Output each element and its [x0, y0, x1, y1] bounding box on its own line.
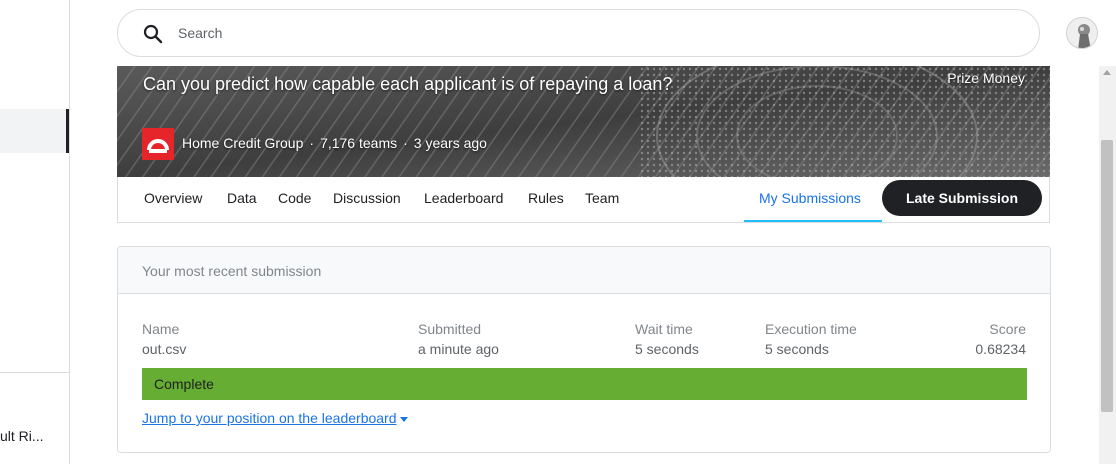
competition-age: 3 years ago [413, 135, 487, 151]
scrollbar-thumb[interactable] [1101, 140, 1113, 412]
caret-down-icon [399, 416, 408, 422]
competition-tabs: Overview Data Code Discussion Leaderboar… [117, 177, 1050, 223]
tab-discussion[interactable]: Discussion [333, 190, 401, 206]
submission-time: a minute ago [418, 341, 499, 357]
competition-meta: Home Credit Group · 7,176 teams · 3 years ag… [182, 135, 487, 151]
card-header-title: Your most recent submission [142, 263, 322, 279]
jump-link-label: Jump to your position on the leaderboard [142, 410, 397, 426]
search-icon [142, 23, 164, 45]
sidebar-divider [0, 372, 69, 373]
tab-overview[interactable]: Overview [144, 190, 202, 206]
host-logo-icon[interactable] [142, 128, 174, 160]
competition-title: Can you predict how capable each applica… [143, 74, 673, 94]
submission-execution-time: 5 seconds [765, 341, 829, 357]
status-bar-complete: Complete [142, 368, 1027, 400]
tab-team[interactable]: Team [585, 190, 619, 206]
tab-code[interactable]: Code [278, 190, 311, 206]
tab-rules[interactable]: Rules [528, 190, 564, 206]
tab-my-submissions[interactable]: My Submissions [744, 177, 882, 222]
sidebar-item-active[interactable] [0, 109, 69, 153]
column-header-execution-time: Execution time [765, 321, 857, 337]
search-bar[interactable]: Search [117, 9, 1040, 57]
prize-money-label: Prize Money [947, 70, 1025, 86]
recent-submission-card: Your most recent submission Name Submitt… [117, 246, 1051, 453]
submission-wait-time: 5 seconds [635, 341, 699, 357]
column-header-wait-time: Wait time [635, 321, 693, 337]
submission-file-name: out.csv [142, 341, 187, 357]
team-count: 7,176 teams [320, 135, 398, 151]
submission-score: 0.68234 [975, 341, 1026, 357]
tab-my-submissions-label: My Submissions [759, 190, 861, 206]
tab-data[interactable]: Data [227, 190, 257, 206]
scroll-up-arrow-icon[interactable] [1103, 70, 1111, 75]
competition-banner: Can you predict how capable each applica… [117, 66, 1050, 177]
page-scrollbar[interactable] [1099, 66, 1116, 464]
column-header-name: Name [142, 321, 180, 337]
sidebar-active-indicator [66, 109, 69, 153]
jump-to-leaderboard-link[interactable]: Jump to your position on the leaderboard [142, 410, 408, 426]
column-header-submitted: Submitted [418, 321, 482, 337]
column-header-score: Score [989, 321, 1026, 337]
user-avatar[interactable] [1066, 17, 1098, 49]
left-sidebar: ult Ri... [0, 0, 70, 464]
host-name-link[interactable]: Home Credit Group [182, 135, 303, 151]
late-submission-button[interactable]: Late Submission [882, 180, 1042, 216]
search-placeholder: Search [178, 25, 223, 41]
card-header: Your most recent submission [118, 247, 1050, 294]
sidebar-item-recent-competition[interactable]: ult Ri... [0, 428, 69, 444]
status-label: Complete [154, 376, 214, 392]
tab-leaderboard[interactable]: Leaderboard [424, 190, 503, 206]
